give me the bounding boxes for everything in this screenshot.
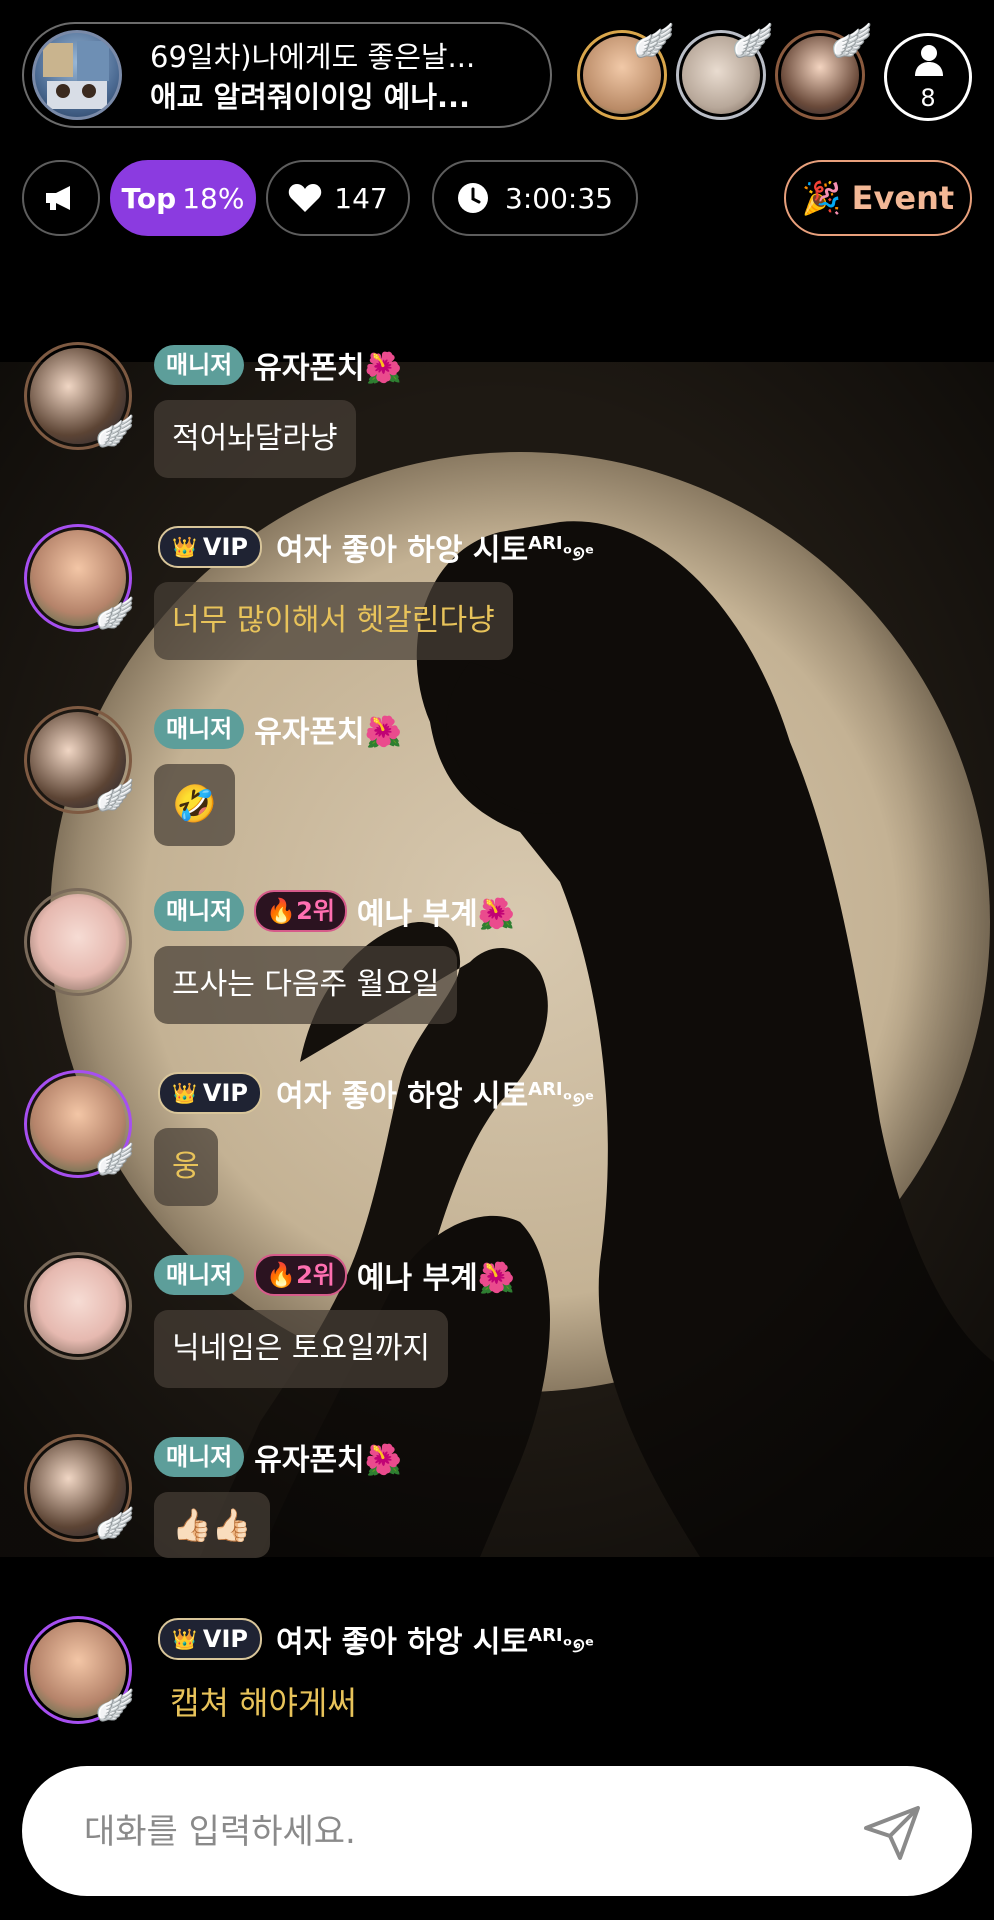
fire-icon: 🔥 — [266, 1261, 297, 1289]
chat-message: 🪽 매니저 유자폰치🌺 👍🏻👍🏻 — [0, 1434, 994, 1574]
message-bubble: 너무 많이해서 헷갈린다냥 — [154, 582, 513, 660]
event-button[interactable]: 🎉 Event — [784, 160, 972, 236]
send-icon — [864, 1806, 920, 1860]
chat-message: 🪽 매니저 유자폰치🌺 적어놔달라냥 — [0, 342, 994, 482]
elapsed-time-chip: 3:00:35 — [432, 160, 638, 236]
manager-tag: 매니저 — [154, 709, 245, 749]
rank-badge: 🔥2위 — [254, 890, 347, 932]
username[interactable]: 유자폰치🌺 — [254, 707, 402, 751]
vip-tag: 👑 VIP — [158, 1618, 262, 1660]
username[interactable]: 유자폰치🌺 — [254, 343, 402, 387]
chat-message: 매니저 🔥2위 예나 부계🌺 닉네임은 토요일까지 — [0, 1252, 994, 1392]
announcement-button[interactable] — [22, 160, 100, 236]
heart-icon — [289, 184, 322, 212]
username[interactable]: 예나 부계🌺 — [357, 889, 515, 933]
rank-label: 2위 — [296, 897, 335, 925]
username[interactable]: 여자 좋아 하앙 시토ARIᵒ୭ᵉ — [276, 1071, 594, 1115]
message-bubble: 프사는 다음주 월요일 — [154, 946, 458, 1024]
crown-icon: 👑 — [172, 1627, 197, 1651]
avatar[interactable]: 🪽 — [24, 342, 135, 450]
username-text: 여자 좋아 하앙 시토 — [276, 533, 529, 568]
top-rank-chip[interactable]: Top 18% — [110, 160, 256, 236]
megaphone-icon — [46, 186, 70, 210]
fire-icon: 🔥 — [266, 897, 297, 925]
username-tail: ᵒ୭ᵉ — [562, 1087, 595, 1111]
top-fan-avatar-2[interactable]: 🪽 — [676, 21, 774, 120]
username-text: 여자 좋아 하앙 시토 — [276, 1625, 529, 1660]
bronze-wing-icon: 🪽 — [95, 412, 135, 450]
likes-count: 147 — [334, 181, 388, 215]
vip-tag: 👑 VIP — [158, 1072, 262, 1114]
username[interactable]: 여자 좋아 하앙 시토ARIᵒ୭ᵉ — [276, 1617, 594, 1661]
username[interactable]: 여자 좋아 하앙 시토ARIᵒ୭ᵉ — [276, 525, 594, 569]
avatar[interactable]: 🪽 — [24, 706, 135, 814]
avatar[interactable] — [24, 888, 132, 996]
manager-tag: 매니저 — [154, 891, 245, 931]
manager-tag: 매니저 — [154, 345, 245, 385]
avatar[interactable]: 🪽 — [24, 1070, 135, 1178]
username-superscript: ARI — [528, 1079, 563, 1100]
crown-icon: 👑 — [172, 1081, 197, 1105]
likes-chip[interactable]: 147 — [266, 160, 410, 236]
username[interactable]: 예나 부계🌺 — [357, 1253, 515, 1297]
vip-tag: 👑 VIP — [158, 526, 262, 568]
username[interactable]: 유자폰치🌺 — [254, 1435, 402, 1479]
silver-wing-icon: 🪽 — [731, 21, 775, 61]
vip-tag-label: VIP — [202, 1079, 248, 1107]
manager-tag: 매니저 — [154, 1255, 245, 1295]
manager-tag: 매니저 — [154, 1437, 245, 1477]
avatar[interactable]: 🪽 — [24, 1616, 135, 1724]
event-label: Event — [851, 179, 955, 217]
chat-message: 🪽 👑 VIP 여자 좋아 하앙 시토ARIᵒ୭ᵉ 캡쳐 해야게써 — [0, 1616, 994, 1746]
chat-input-bar — [22, 1766, 972, 1896]
gold-wing-icon: 🪽 — [95, 1686, 135, 1724]
bronze-wing-icon: 🪽 — [830, 21, 874, 61]
vip-tag-label: VIP — [202, 1625, 248, 1653]
top-rank-label: Top — [121, 181, 177, 215]
viewer-count-button[interactable]: 8 — [884, 33, 972, 121]
bronze-wing-icon: 🪽 — [95, 1504, 135, 1542]
username-superscript: ARI — [528, 533, 563, 554]
avatar[interactable]: 🪽 — [24, 1434, 135, 1542]
gold-wing-icon: 🪽 — [95, 594, 135, 632]
top-fan-avatar-1[interactable]: 🪽 — [577, 21, 675, 120]
chat-message: 🪽 👑 VIP 여자 좋아 하앙 시토ARIᵒ୭ᵉ 웅 — [0, 1070, 994, 1210]
crown-icon: 👑 — [172, 535, 197, 559]
bronze-wing-icon: 🪽 — [95, 776, 135, 814]
stream-thumbnail — [32, 30, 122, 120]
elapsed-time: 3:00:35 — [505, 181, 613, 215]
gold-wing-icon: 🪽 — [95, 1140, 135, 1178]
stream-title: 69일차)나에게도 좋은날... — [150, 40, 476, 74]
rank-badge: 🔥2위 — [254, 1254, 347, 1296]
top-fan-avatar-3[interactable]: 🪽 — [775, 21, 873, 120]
top-rank-value: 18% — [182, 181, 245, 215]
message-text: 캡쳐 해야게써 — [170, 1684, 357, 1722]
person-icon — [915, 45, 943, 76]
message-bubble: 🤣 — [154, 764, 235, 846]
avatar[interactable] — [24, 1252, 132, 1360]
rank-label: 2위 — [296, 1261, 335, 1289]
username-tail: ᵒ୭ᵉ — [562, 541, 595, 565]
message-bubble: 👍🏻👍🏻 — [154, 1492, 270, 1558]
avatar[interactable]: 🪽 — [24, 524, 135, 632]
message-bubble: 웅 — [154, 1128, 218, 1206]
chat-input[interactable] — [82, 1796, 826, 1868]
send-button[interactable] — [860, 1800, 924, 1864]
chat-message: 매니저 🔥2위 예나 부계🌺 프사는 다음주 월요일 — [0, 888, 994, 1028]
username-tail: ᵒ୭ᵉ — [562, 1633, 595, 1657]
vip-tag-label: VIP — [202, 533, 248, 561]
clock-icon — [458, 183, 489, 213]
viewer-count: 8 — [920, 84, 936, 112]
chat-message: 🪽 매니저 유자폰치🌺 🤣 — [0, 706, 994, 846]
message-bubble: 닉네임은 토요일까지 — [154, 1310, 448, 1388]
stream-info-pill[interactable]: 69일차)나에게도 좋은날... 애교 알려줘이이잉 예나... — [22, 22, 552, 128]
username-text: 여자 좋아 하앙 시토 — [276, 1079, 529, 1114]
party-popper-icon: 🎉 — [801, 179, 842, 217]
chat-message: 🪽 👑 VIP 여자 좋아 하앙 시토ARIᵒ୭ᵉ 너무 많이해서 헷갈린다냥 — [0, 524, 994, 664]
message-bubble: 적어놔달라냥 — [154, 400, 356, 478]
gold-wing-icon: 🪽 — [632, 21, 676, 61]
username-superscript: ARI — [528, 1625, 563, 1646]
stream-subtitle: 애교 알려줘이이잉 예나... — [150, 80, 471, 114]
